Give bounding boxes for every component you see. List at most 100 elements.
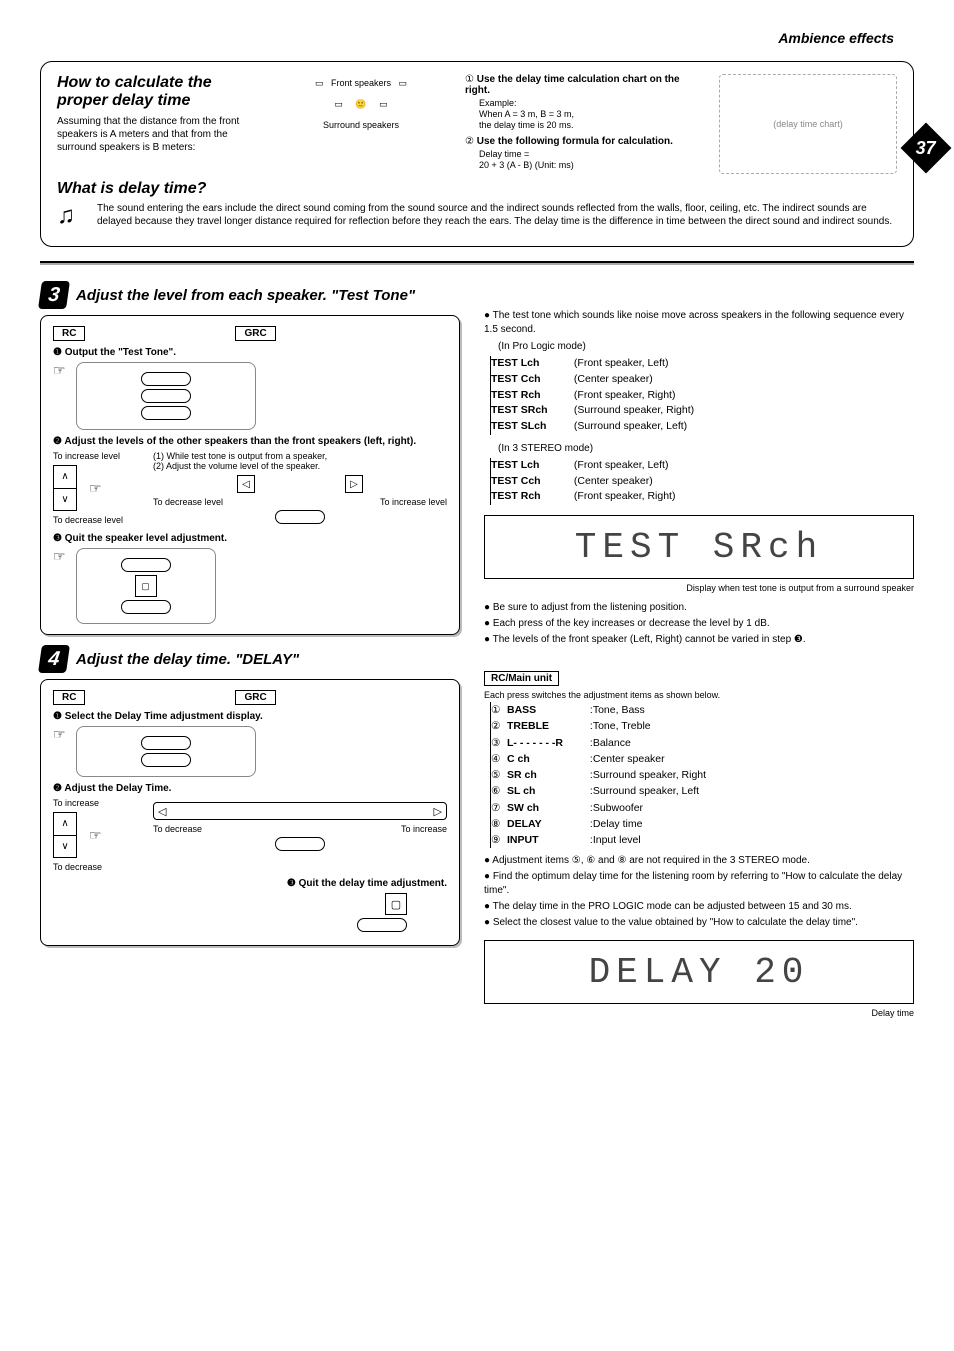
hand-icon: ☞: [89, 480, 102, 497]
decrease-label: To decrease: [153, 824, 202, 834]
front-speakers-label: Front speakers: [331, 78, 391, 88]
decrease-label: To decrease: [53, 862, 143, 872]
right-arrow-icon[interactable]: ▷: [434, 805, 442, 818]
hand-icon: ☞: [53, 548, 66, 565]
sequence-row: TEST Cch (Center speaker): [491, 474, 914, 490]
step-3-badge: 3: [38, 281, 70, 309]
rc-main-unit-label: RC/Main unit: [484, 671, 559, 686]
sequence-row: TEST SRch (Surround speaker, Right): [491, 403, 914, 419]
step4-sub1: ❶ Select the Delay Time adjustment displ…: [53, 711, 447, 722]
right-arrow-button[interactable]: ▷: [345, 475, 363, 493]
hand-icon: ☞: [89, 827, 102, 844]
square-button[interactable]: ▢: [385, 893, 407, 915]
calc-step1-title: Use the delay time calculation chart on …: [465, 74, 680, 96]
delay-display: DELAY 20: [484, 940, 914, 1004]
pro-logic-sequence: TEST Lch (Front speaker, Left)TEST Cch (…: [490, 356, 914, 435]
step4-note-2: Find the optimum delay time for the list…: [484, 870, 914, 898]
remote-button[interactable]: [121, 558, 171, 572]
step3-sub2b: (2) Adjust the volume level of the speak…: [153, 461, 447, 471]
adjustment-item: ②TREBLE :Tone, Treble: [491, 718, 914, 734]
step3-rc-panel: RC GRC ❶ Output the "Test Tone". ☞ ❷ Adj…: [40, 315, 460, 635]
level-up-down[interactable]: ∧∨: [53, 812, 77, 858]
3stereo-mode-label: (In 3 STEREO mode): [498, 443, 914, 454]
rc-label: RC: [53, 326, 85, 341]
sequence-row: TEST Lch (Front speaker, Left): [491, 356, 914, 372]
display-caption: Display when test tone is output from a …: [484, 583, 914, 593]
decrease-level-label: To decrease level: [153, 497, 223, 507]
remote-button[interactable]: [141, 389, 191, 403]
what-is-delay-heading: What is delay time?: [57, 180, 897, 198]
adjustment-item: ①BASS :Tone, Bass: [491, 702, 914, 718]
increase-label: To increase: [53, 798, 143, 808]
step4-sub3: ❸ Quit the delay time adjustment.: [53, 878, 447, 889]
calc-heading: How to calculate the proper delay time: [57, 74, 257, 109]
adjustment-item: ⑤SR ch :Surround speaker, Right: [491, 767, 914, 783]
adjustment-items-list: ①BASS :Tone, Bass②TREBLE :Tone, Treble③L…: [490, 702, 914, 848]
hand-icon: ☞: [53, 726, 66, 743]
step3-note-2: Be sure to adjust from the listening pos…: [484, 601, 914, 615]
increase-level-label: To increase level: [53, 451, 143, 461]
adjustment-item: ⑨INPUT :Input level: [491, 832, 914, 848]
remote-button[interactable]: [141, 406, 191, 420]
step4-note-1: Adjustment items ⑤, ⑥ and ⑧ are not requ…: [484, 854, 914, 868]
rc-label: RC: [53, 690, 85, 705]
adjustment-intro: Each press switches the adjustment items…: [484, 690, 914, 700]
speaker-layout-diagram: ▭ Front speakers ▭ ▭ 🙂 ▭ Surround speake…: [271, 74, 451, 174]
step3-sub2: ❷ Adjust the levels of the other speaker…: [53, 436, 447, 447]
remote-button[interactable]: [275, 837, 325, 851]
step3-note-3: Each press of the key increases or decre…: [484, 617, 914, 631]
step3-sub1: ❶ Output the "Test Tone".: [53, 347, 447, 358]
grc-label: GRC: [235, 326, 275, 341]
hand-icon: ☞: [53, 362, 66, 379]
step4-sub2: ❷ Adjust the Delay Time.: [53, 783, 447, 794]
grc-remote-diagram: ▢: [76, 548, 216, 624]
step-4-badge: 4: [38, 645, 70, 673]
grc-label: GRC: [235, 690, 275, 705]
step3-note-4: The levels of the front speaker (Left, R…: [484, 633, 914, 647]
test-tone-display: TEST SRch: [484, 515, 914, 579]
adjustment-item: ③L- - - - - - -R :Balance: [491, 735, 914, 751]
step-3-title: Adjust the level from each speaker. "Tes…: [76, 287, 415, 304]
remote-button[interactable]: [275, 510, 325, 524]
grc-remote-diagram: [76, 362, 256, 430]
3stereo-sequence: TEST Lch (Front speaker, Left)TEST Cch (…: [490, 458, 914, 505]
increase-label: To increase: [401, 824, 447, 834]
step4-rc-panel: RC GRC ❶ Select the Delay Time adjustmen…: [40, 679, 460, 946]
what-is-delay-text: The sound entering the ears include the …: [97, 202, 897, 228]
step4-note-3: The delay time in the PRO LOGIC mode can…: [484, 900, 914, 914]
delay-time-chart: (delay time chart): [719, 74, 897, 174]
adjustment-item: ⑥SL ch :Surround speaker, Left: [491, 783, 914, 799]
section-divider: [40, 261, 914, 265]
section-title: Ambience effects: [778, 30, 894, 46]
calc-formula: Delay time = 20 + 3 (A - B) (Unit: ms): [479, 149, 705, 171]
delay-calculation-box: How to calculate the proper delay time A…: [40, 61, 914, 247]
step4-note-4: Select the closest value to the value ob…: [484, 916, 914, 930]
increase-level-label: To increase level: [380, 497, 447, 507]
pro-logic-mode-label: (In Pro Logic mode): [498, 341, 914, 352]
remote-button[interactable]: [121, 600, 171, 614]
sequence-row: TEST Rch (Front speaker, Right): [491, 489, 914, 505]
adjustment-item: ⑧DELAY :Delay time: [491, 816, 914, 832]
music-note-icon: ♫: [57, 202, 87, 230]
square-button[interactable]: ▢: [135, 575, 157, 597]
surround-speakers-label: Surround speakers: [271, 120, 451, 131]
grc-remote-diagram: [76, 726, 256, 777]
left-arrow-icon[interactable]: ◁: [158, 805, 166, 818]
left-arrow-button[interactable]: ◁: [237, 475, 255, 493]
step3-sub3: ❸ Quit the speaker level adjustment.: [53, 533, 447, 544]
sequence-row: TEST Cch (Center speaker): [491, 372, 914, 388]
level-up-down[interactable]: ∧∨: [53, 465, 77, 511]
calc-step1-example: Example: When A = 3 m, B = 3 m, the dela…: [479, 98, 705, 130]
step3-sub2a: (1) While test tone is output from a spe…: [153, 451, 447, 461]
page-number: 37: [916, 138, 936, 159]
adjustment-item: ⑦SW ch :Subwoofer: [491, 800, 914, 816]
step-4-title: Adjust the delay time. "DELAY": [76, 651, 299, 668]
remote-button[interactable]: [357, 918, 407, 932]
remote-button[interactable]: [141, 753, 191, 767]
remote-button[interactable]: [141, 372, 191, 386]
adjustment-item: ④C ch :Center speaker: [491, 751, 914, 767]
delay-display-caption: Delay time: [484, 1008, 914, 1018]
decrease-level-label: To decrease level: [53, 515, 143, 525]
remote-button[interactable]: [141, 736, 191, 750]
display-text: DELAY 20: [589, 952, 810, 993]
